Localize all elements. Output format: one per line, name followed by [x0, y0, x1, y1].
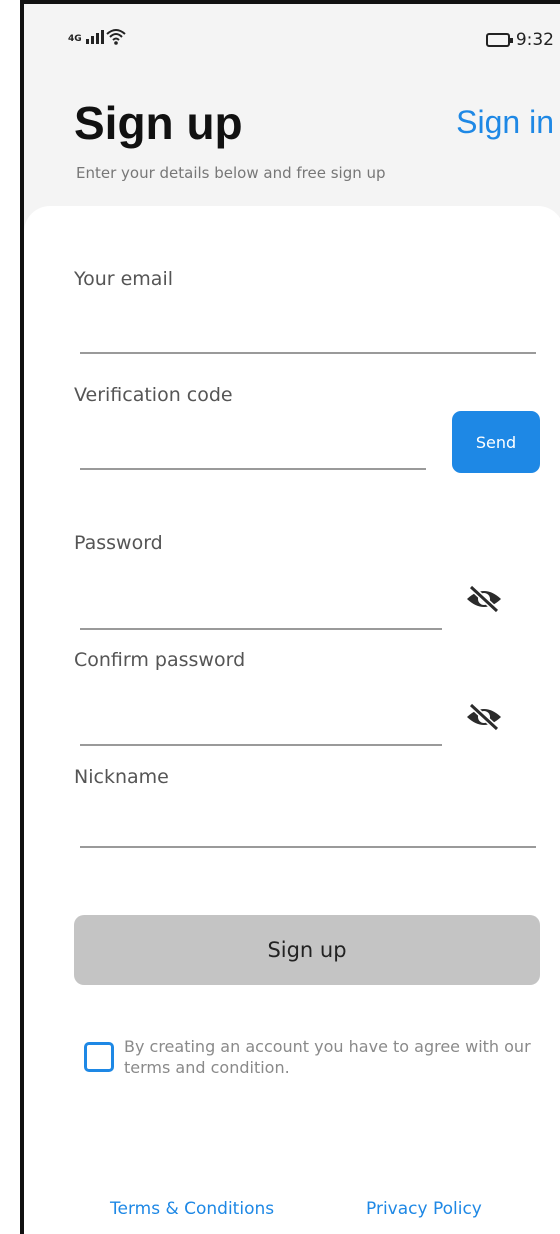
confirm-password-underline — [80, 744, 442, 746]
eye-off-icon[interactable] — [464, 584, 504, 614]
eye-off-icon[interactable] — [464, 702, 504, 732]
terms-checkbox[interactable] — [84, 1042, 114, 1072]
terms-conditions-link[interactable]: Terms & Conditions — [110, 1199, 274, 1219]
verification-code-underline — [80, 468, 426, 470]
signup-form-card: Your email Verification code Send Passwo… — [24, 206, 560, 1234]
page-title: Sign up — [74, 97, 243, 149]
email-underline — [80, 352, 536, 354]
battery-status: 9:32 — [485, 30, 554, 50]
nickname-underline — [80, 846, 536, 848]
send-code-button[interactable]: Send — [452, 411, 540, 473]
battery-icon — [485, 33, 513, 47]
confirm-password-label: Confirm password — [74, 649, 246, 671]
sign-up-button[interactable]: Sign up — [74, 915, 540, 985]
email-field[interactable] — [80, 314, 530, 350]
confirm-password-field[interactable] — [80, 706, 436, 742]
status-bar: 4G 9:32 — [24, 4, 560, 84]
nickname-label: Nickname — [74, 766, 169, 788]
page-subtitle: Enter your details below and free sign u… — [76, 164, 386, 182]
phone-screen: 4G 9:32 Sign up Sign in Enter your detai… — [20, 0, 560, 1234]
verification-code-field[interactable] — [80, 430, 420, 466]
password-field[interactable] — [80, 590, 436, 626]
nickname-field[interactable] — [80, 808, 530, 844]
verification-code-label: Verification code — [74, 384, 233, 406]
signal-icon: 4G — [68, 30, 104, 44]
sign-in-link[interactable]: Sign in — [456, 104, 554, 141]
password-underline — [80, 628, 442, 630]
terms-agreement-text: By creating an account you have to agree… — [124, 1037, 531, 1077]
password-label: Password — [74, 532, 163, 554]
email-label: Your email — [74, 268, 173, 290]
wifi-icon — [106, 28, 126, 51]
privacy-policy-link[interactable]: Privacy Policy — [366, 1199, 482, 1219]
clock: 9:32 — [515, 30, 554, 50]
